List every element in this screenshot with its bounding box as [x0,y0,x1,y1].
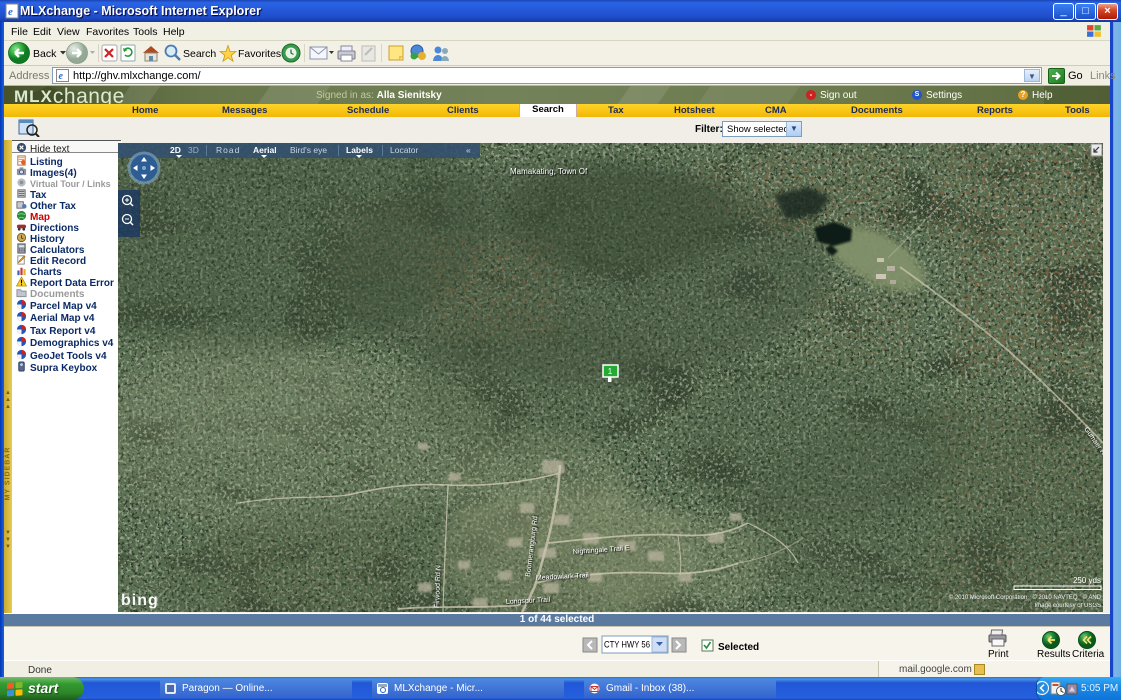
svg-text:Selected: Selected [718,642,759,653]
svg-text:250 yds: 250 yds [1073,576,1101,585]
svg-text:Firwood Rd N: Firwood Rd N [434,565,442,608]
svg-text:«: « [466,145,471,155]
svg-text:e: e [59,71,64,82]
svg-text:Favorites: Favorites [238,48,281,60]
svg-text:1: 1 [608,367,613,376]
svg-text:Results: Results [1037,649,1070,660]
svg-text:Locator: Locator [390,145,419,155]
svg-text:Search: Search [183,48,216,60]
svg-text:bing: bing [121,592,159,609]
svg-text:2D: 2D [170,145,181,155]
svg-text:Print: Print [988,649,1009,660]
svg-text:Mamakating, Town Of: Mamakating, Town Of [510,167,588,176]
svg-text:3D: 3D [188,145,199,155]
svg-text:e: e [8,6,13,18]
svg-text:Back: Back [33,48,57,60]
svg-text:Aerial: Aerial [253,145,277,155]
svg-text:© 2010 Microsoft Corporation: © 2010 Microsoft Corporation © 2010 NAVT… [949,594,1102,601]
svg-text:Bird's eye: Bird's eye [290,145,327,155]
svg-text:Labels: Labels [346,145,373,155]
svg-text:Image courtesy of USGS: Image courtesy of USGS [1035,603,1101,609]
svg-text:Criteria: Criteria [1072,649,1105,660]
svg-text:Road: Road [216,145,240,155]
svg-text:CTY HWY 56: CTY HWY 56 [604,640,650,650]
